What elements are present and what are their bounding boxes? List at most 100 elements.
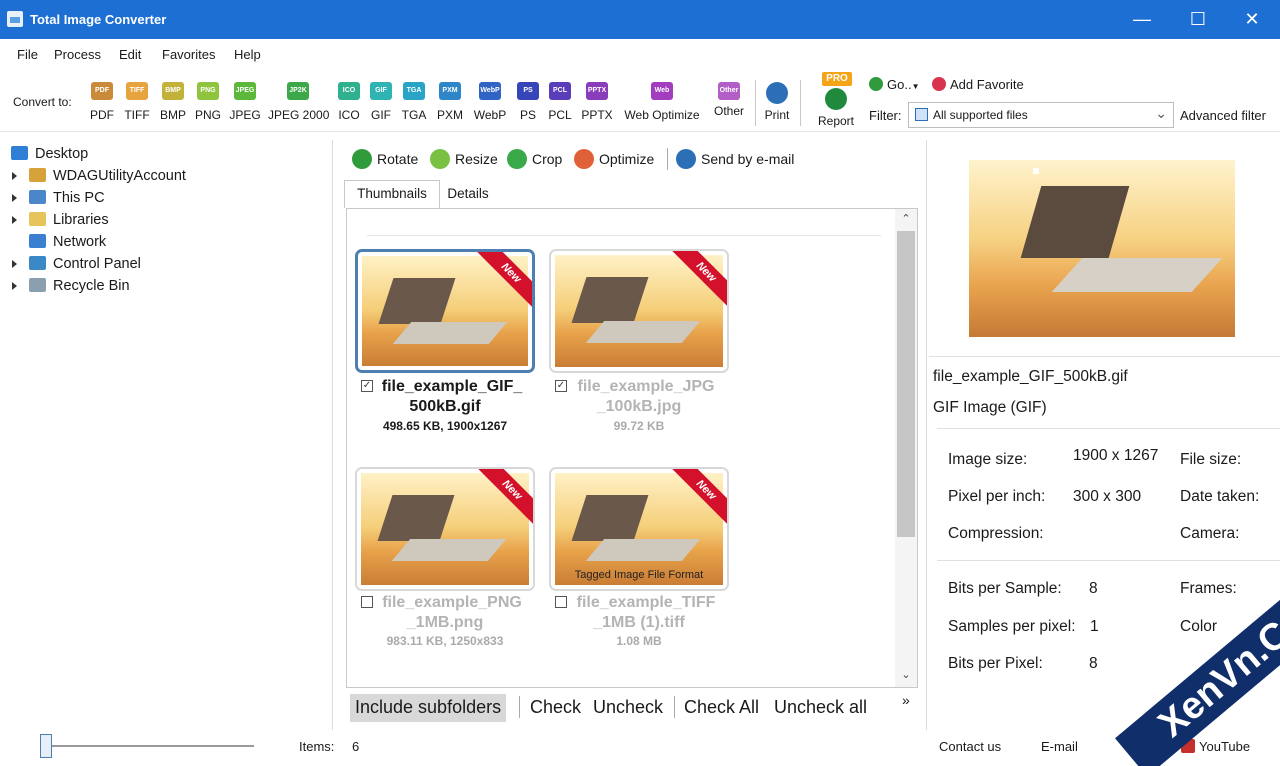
tree-item-recycle-bin[interactable]: Recycle Bin	[12, 278, 130, 294]
convert-jpeg2000-button[interactable]: JP2K JPEG 2000	[268, 82, 329, 122]
youtube-link[interactable]: YouTube	[1181, 739, 1250, 754]
include-subfolders-toggle[interactable]: Include subfolders	[350, 694, 507, 722]
tree-item-desktop[interactable]: Desktop	[11, 146, 88, 162]
web-optimize-button[interactable]: Web Web Optimize	[622, 82, 702, 122]
convert-tga-button[interactable]: TGA TGA	[400, 82, 428, 122]
tree-item-libraries[interactable]: Libraries	[12, 212, 109, 228]
print-button[interactable]: Print	[762, 82, 792, 122]
convert-jpeg-button[interactable]: JPEG JPEG	[229, 82, 261, 122]
expand-arrow-icon[interactable]	[12, 216, 17, 224]
more-options-icon[interactable]: »	[902, 692, 910, 708]
tree-item-this-pc[interactable]: This PC	[12, 190, 105, 206]
expand-arrow-icon[interactable]	[12, 194, 17, 202]
scroll-up-icon[interactable]: ⌃	[899, 212, 913, 225]
thumbnail-checkbox[interactable]: ✓	[555, 380, 567, 392]
minimize-button[interactable]: —	[1116, 0, 1168, 39]
other-formats-dropdown[interactable]: Other Other	[710, 82, 748, 118]
convert-pcl-button[interactable]: PCL PCL	[547, 82, 573, 122]
tab-details[interactable]: Details	[440, 181, 496, 209]
bits-per-pixel-label: Bits per Pixel:	[948, 655, 1043, 672]
pdf-format-icon: PDF	[91, 82, 113, 100]
thumbnail-card[interactable]: New	[355, 467, 535, 591]
thumbnail-card[interactable]: New	[549, 249, 729, 373]
uncheck-button[interactable]: Uncheck	[588, 694, 668, 722]
compression-label: Compression:	[948, 525, 1044, 542]
tree-item-wdagutilityaccount[interactable]: WDAGUtilityAccount	[12, 168, 186, 184]
thumbnail-card[interactable]: New	[355, 249, 535, 373]
thumbnail-size-slider-track[interactable]	[46, 745, 254, 747]
convert-bmp-button[interactable]: BMP BMP	[159, 82, 187, 122]
rotate-button[interactable]: Rotate	[352, 149, 418, 169]
tree-item-control-panel[interactable]: Control Panel	[12, 256, 141, 272]
recycle-bin-icon	[29, 278, 46, 292]
toolbar-separator	[755, 80, 756, 126]
check-button[interactable]: Check	[525, 694, 586, 722]
menu-edit[interactable]: Edit	[119, 47, 141, 62]
right-splitter[interactable]	[926, 140, 927, 730]
expand-arrow-icon[interactable]	[12, 260, 17, 268]
thumbnail-size-slider[interactable]	[40, 734, 52, 758]
thumbnail-size: 983.11 KB, 1250x833	[386, 634, 504, 648]
convert-png-button[interactable]: PNG PNG	[194, 82, 222, 122]
maximize-button[interactable]: ☐	[1172, 0, 1224, 39]
filter-label: Filter:	[869, 108, 902, 123]
thumbnail-card[interactable]: New Tagged Image File Format	[549, 467, 729, 591]
menu-file[interactable]: File	[17, 47, 38, 62]
uncheck-all-button[interactable]: Uncheck all	[769, 694, 872, 722]
send-by-email-button[interactable]: Send by e-mail	[676, 149, 794, 169]
selection-separator	[674, 696, 675, 718]
bits-per-sample-value: 8	[1089, 580, 1098, 597]
contact-us-link[interactable]: Contact us	[939, 739, 1001, 754]
crop-button[interactable]: Crop	[507, 149, 562, 169]
preview-divider	[929, 356, 1280, 357]
ppi-value: 300 x 300	[1073, 488, 1142, 505]
menu-process[interactable]: Process	[54, 47, 101, 62]
folder-tree: Desktop WDAGUtilityAccount This PC Libra…	[0, 140, 330, 720]
thumbnail-filename: ✓ file_example_GIF_ 500kB.gif	[361, 378, 523, 415]
thumbnail-caption: Tagged Image File Format	[574, 569, 704, 581]
preview-pane: file_example_GIF_500kB.gif GIF Image (GI…	[929, 140, 1280, 730]
convert-ico-button[interactable]: ICO ICO	[336, 82, 362, 122]
expand-arrow-icon[interactable]	[12, 172, 17, 180]
optimize-button[interactable]: Optimize	[574, 149, 654, 169]
convert-pdf-button[interactable]: PDF PDF	[89, 82, 115, 122]
selection-separator	[519, 696, 520, 718]
pcl-format-icon: PCL	[549, 82, 571, 100]
left-splitter[interactable]	[332, 140, 333, 730]
thumbnail-checkbox[interactable]	[361, 596, 373, 608]
date-taken-label: Date taken:	[1180, 488, 1260, 505]
convert-tiff-button[interactable]: TIFF TIFF	[122, 82, 152, 122]
menu-help[interactable]: Help	[234, 47, 261, 62]
go-button[interactable]: Go..▼	[869, 77, 920, 92]
convert-gif-button[interactable]: GIF GIF	[368, 82, 394, 122]
file-size-label: File size:	[1180, 451, 1242, 468]
toolbar-separator	[800, 80, 801, 126]
expand-arrow-icon[interactable]	[12, 282, 17, 290]
advanced-filter-link[interactable]: Advanced filter	[1180, 108, 1266, 123]
add-favorite-button[interactable]: Add Favorite	[932, 77, 1024, 92]
scrollbar-thumb[interactable]	[897, 231, 915, 537]
resize-button[interactable]: Resize	[430, 149, 498, 169]
check-all-button[interactable]: Check All	[679, 694, 764, 722]
scroll-down-icon[interactable]: ⌄	[899, 668, 913, 681]
convert-to-label: Convert to:	[13, 95, 72, 109]
convert-ps-button[interactable]: PS PS	[516, 82, 540, 122]
ps-format-icon: PS	[517, 82, 539, 100]
menu-favorites[interactable]: Favorites	[162, 47, 215, 62]
thumbnail-checkbox[interactable]: ✓	[361, 380, 373, 392]
printer-icon	[766, 82, 788, 104]
convert-pptx-button[interactable]: PPTX PPTX	[581, 82, 613, 122]
convert-pxm-button[interactable]: PXM PXM	[436, 82, 464, 122]
thumbnail-checkbox[interactable]	[555, 596, 567, 608]
tree-item-network[interactable]: Network	[29, 234, 106, 250]
tab-thumbnails[interactable]: Thumbnails	[344, 180, 440, 208]
filter-select[interactable]: All supported files ⌄	[908, 102, 1174, 128]
email-link[interactable]: E-mail	[1041, 739, 1078, 754]
dropdown-arrow-icon: ▼	[911, 82, 920, 91]
pptx-format-icon: PPTX	[586, 82, 608, 100]
tga-format-icon: TGA	[403, 82, 425, 100]
convert-webp-button[interactable]: WebP WebP	[473, 82, 507, 122]
close-button[interactable]: ✕	[1226, 0, 1278, 39]
thumbnail-size: 1.08 MB	[616, 634, 662, 648]
report-button[interactable]: Report	[814, 88, 858, 128]
